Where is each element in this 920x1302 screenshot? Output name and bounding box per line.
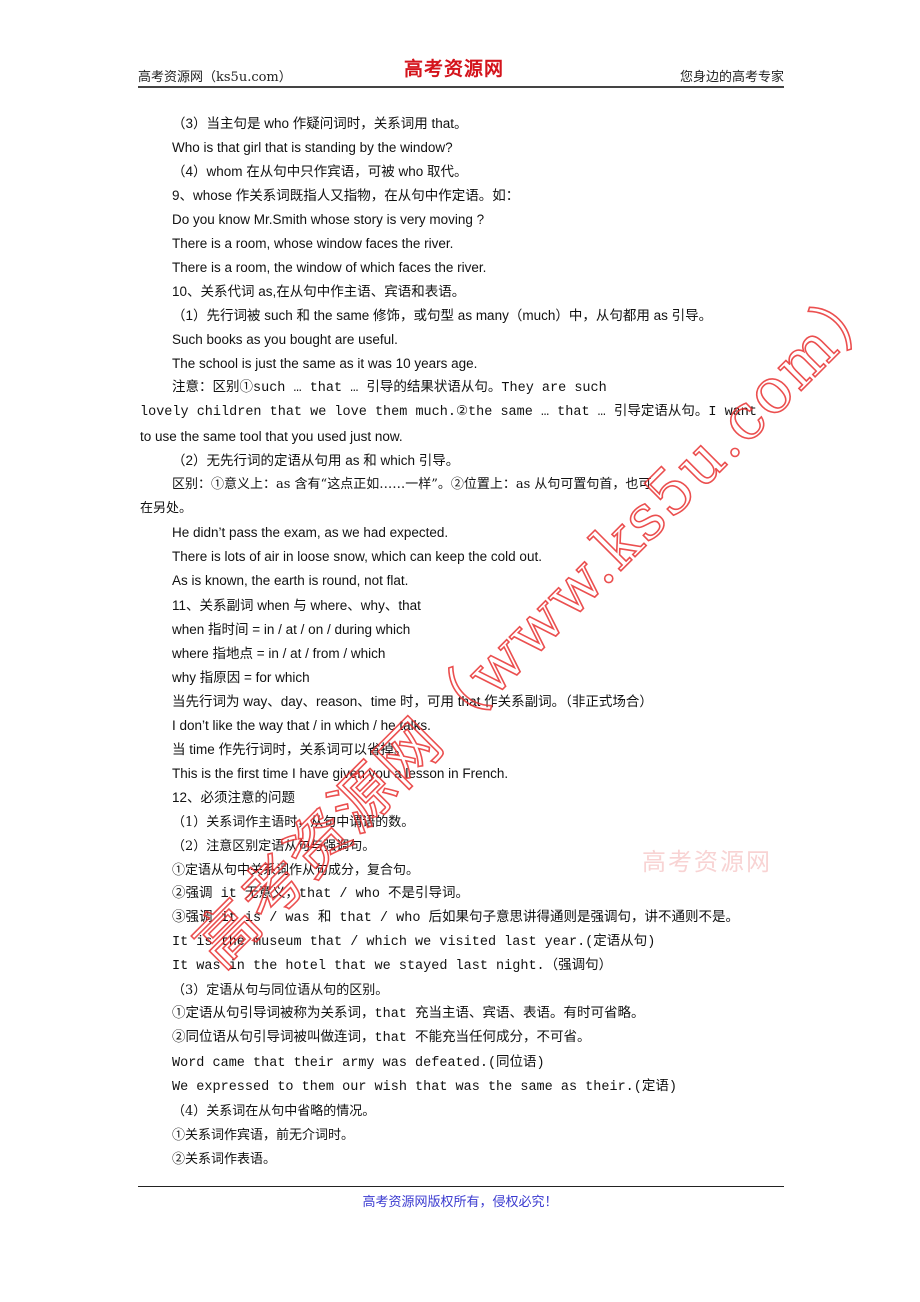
text-line: I don’t like the way that / in which / h…: [172, 718, 431, 733]
text-line: ②强调 it 无意义，that / who 不是引导词。: [172, 887, 470, 902]
text-line: lovely children that we love them much.②…: [140, 405, 757, 420]
text-line: ①定语从句中关系词作从句成分，复合句。: [172, 863, 420, 878]
header-divider: [138, 86, 784, 88]
text-line: Such books as you bought are useful.: [172, 332, 398, 347]
document-page: 高考资源网（ks5u.com） 高考资源网 您身边的高考专家 （3）当主句是 w…: [0, 0, 920, 1302]
footer-copyright: 高考资源网版权所有，侵权必究！: [362, 1195, 558, 1210]
text-line: 10、关系代词 as,在从句中作主语、宾语和表语。: [172, 284, 466, 299]
text-line: As is known, the earth is round, not fla…: [172, 573, 409, 588]
text-line: 注意：区别①such … that … 引导的结果状语从句。They are s…: [172, 381, 607, 396]
text-line: ②关系词作表语。: [172, 1152, 277, 1167]
text-line: （3）当主句是 who 作疑问词时，关系词用 that。: [172, 116, 468, 131]
text-line: It was in the hotel that we stayed last …: [172, 959, 613, 974]
watermark-stamp: 高考资源网: [642, 848, 772, 876]
header-logo: 高考资源网: [404, 58, 505, 80]
text-line: ③强调 it is / was 和 that / who 后如果句子意思讲得通则…: [172, 911, 740, 926]
footer-divider: [138, 1186, 784, 1187]
text-line: The school is just the same as it was 10…: [172, 356, 478, 371]
text-line: 当先行词为 way、day、reason、time 时，可用 that 作关系副…: [172, 694, 653, 709]
header-site-name: 高考资源网（ks5u.com）: [138, 70, 292, 85]
text-line: Word came that their army was defeated.(…: [172, 1056, 545, 1071]
text-line: （3）定语从句与同位语从句的区别。: [172, 983, 389, 998]
text-line: It is the museum that / which we visited…: [172, 935, 656, 950]
text-line: （4）关系词在从句中省略的情况。: [172, 1104, 376, 1119]
text-line: ②同位语从句引导词被叫做连词，that 不能充当任何成分，不可省。: [172, 1031, 591, 1046]
text-line: where 指地点 = in / at / from / which: [172, 646, 386, 661]
text-line: 9、whose 作关系词既指人又指物，在从句中作定语。如：: [172, 188, 520, 203]
text-line: to use the same tool that you used just …: [140, 429, 403, 444]
text-line: This is the first time I have given you …: [172, 766, 509, 781]
text-line: 当 time 作先行词时，关系词可以省掉。: [172, 742, 408, 757]
text-line: He didn’t pass the exam, as we had expec…: [172, 525, 449, 540]
text-line: Who is that girl that is standing by the…: [172, 140, 453, 155]
text-line: （1）先行词被 such 和 the same 修饰，或句型 as many（m…: [172, 308, 713, 323]
header-slogan: 您身边的高考专家: [679, 70, 784, 85]
text-line: 区别：①意义上：as 含有“这点正如……一样”。②位置上：as 从句可置句首，也…: [172, 477, 652, 492]
text-line: why 指原因 = for which: [172, 670, 310, 685]
text-line: when 指时间 = in / at / on / during which: [172, 622, 411, 637]
text-line: （2）注意区别定语从句与强调句。: [172, 839, 376, 854]
text-line: We expressed to them our wish that was t…: [172, 1080, 677, 1095]
text-line: 11、关系副词 when 与 where、why、that: [172, 598, 421, 613]
text-line: 在另处。: [140, 501, 193, 516]
text-line: （4）whom 在从句中只作宾语，可被 who 取代。: [172, 164, 468, 179]
text-line: ①关系词作宾语，前无介词时。: [172, 1128, 355, 1143]
text-line: （2）无先行词的定语从句用 as 和 which 引导。: [172, 453, 460, 468]
text-line: Do you know Mr.Smith whose story is very…: [172, 212, 485, 227]
text-line: There is lots of air in loose snow, whic…: [172, 549, 542, 564]
text-line: ①定语从句引导词被称为关系词，that 充当主语、宾语、表语。有时可省略。: [172, 1007, 645, 1022]
text-line: There is a room, the window of which fac…: [172, 260, 487, 275]
text-line: （1）关系词作主语时，从句中谓语的数。: [172, 815, 415, 830]
text-line: There is a room, whose window faces the …: [172, 236, 454, 251]
text-line: 12、必须注意的问题: [172, 790, 296, 805]
